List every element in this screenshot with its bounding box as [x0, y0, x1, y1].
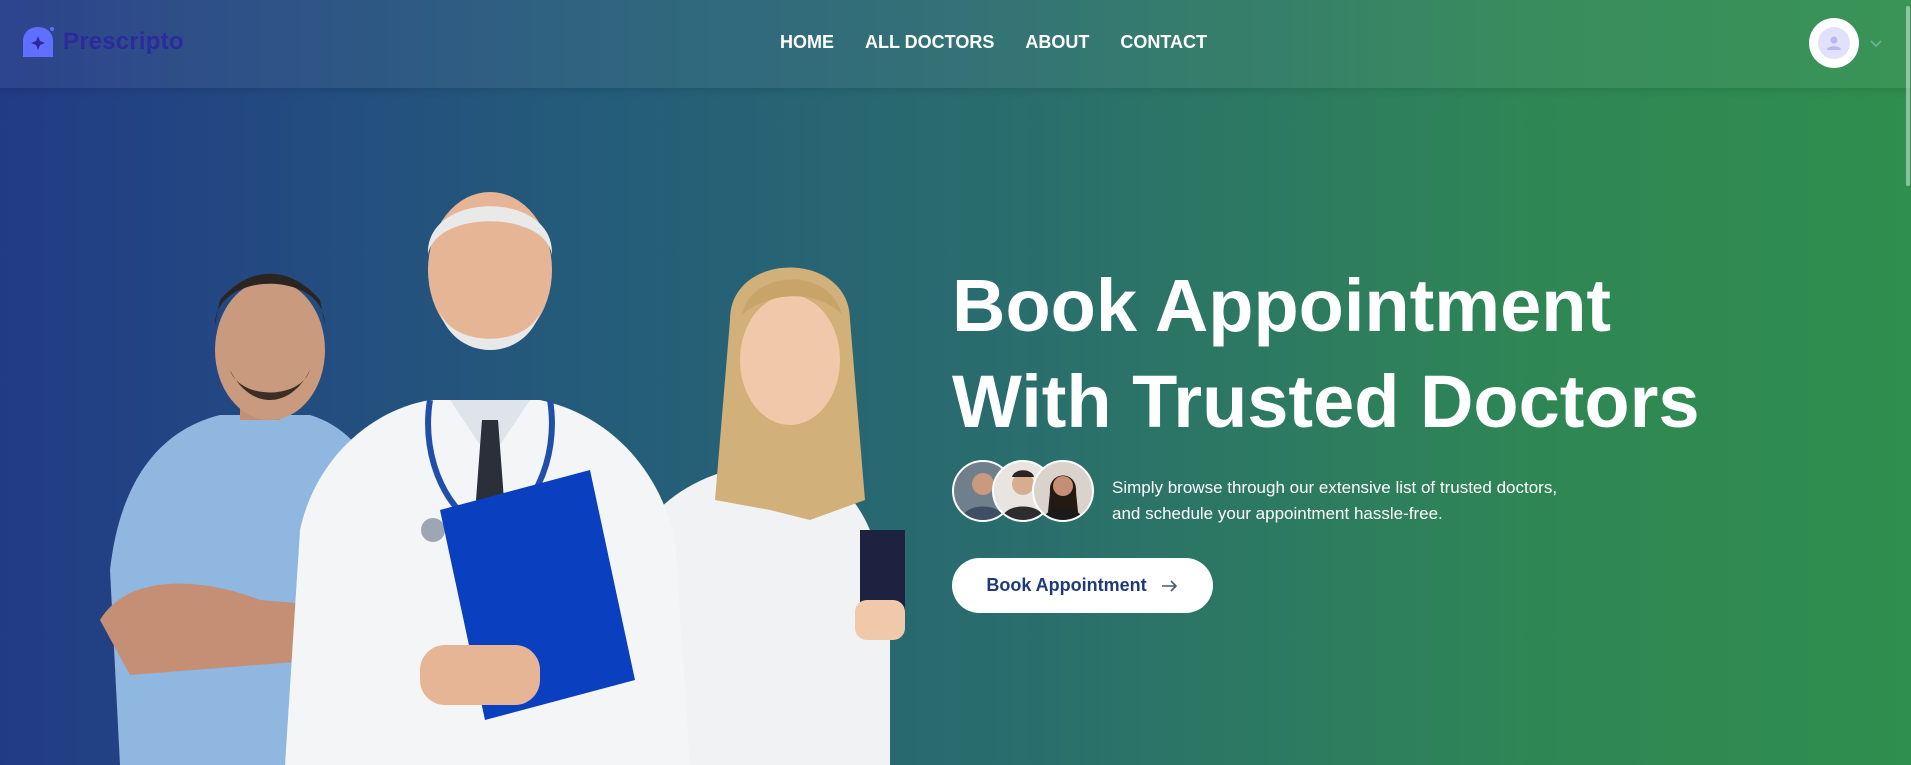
- scrollbar-thumb[interactable]: [1906, 6, 1910, 186]
- user-icon: [1818, 27, 1850, 59]
- chevron-down-icon[interactable]: [1869, 36, 1883, 50]
- hero-subtitle: Simply browse through our extensive list…: [1112, 475, 1557, 527]
- hero-subtitle-line-1: Simply browse through our extensive list…: [1112, 478, 1558, 497]
- doctor-right-figure: [650, 267, 905, 765]
- hero-subtitle-line-2: and schedule your appointment hassle-fre…: [1112, 504, 1443, 523]
- hero-title: Book Appointment With Trusted Doctors: [952, 258, 1700, 450]
- doctor-center-figure: [285, 192, 690, 765]
- book-appointment-button[interactable]: Book Appointment: [952, 558, 1213, 613]
- nav-home[interactable]: HOME: [780, 32, 834, 53]
- doctors-illustration: [100, 192, 905, 765]
- patient-avatars-group: [952, 460, 1094, 522]
- hero-title-line-2: With Trusted Doctors: [952, 360, 1700, 443]
- nav-about[interactable]: ABOUT: [1025, 32, 1089, 53]
- brand-name: Prescripto: [63, 28, 184, 55]
- book-appointment-label: Book Appointment: [986, 575, 1147, 595]
- patient-avatar-3: [1032, 460, 1094, 522]
- brand-logo[interactable]: Prescripto: [21, 25, 184, 59]
- arrow-right-icon: [1161, 579, 1177, 592]
- page-scrollbar[interactable]: [1905, 0, 1911, 765]
- hero-title-line-1: Book Appointment: [952, 264, 1612, 347]
- nav-contact[interactable]: CONTACT: [1120, 32, 1207, 53]
- top-navbar: Prescripto HOME ALL DOCTORS ABOUT CONTAC…: [0, 0, 1911, 88]
- profile-menu[interactable]: [1809, 18, 1883, 68]
- nav-all-doctors[interactable]: ALL DOCTORS: [865, 32, 994, 53]
- profile-avatar[interactable]: [1809, 18, 1859, 68]
- logo-icon: [23, 27, 54, 57]
- main-nav: HOME ALL DOCTORS ABOUT CONTACT: [780, 32, 1207, 53]
